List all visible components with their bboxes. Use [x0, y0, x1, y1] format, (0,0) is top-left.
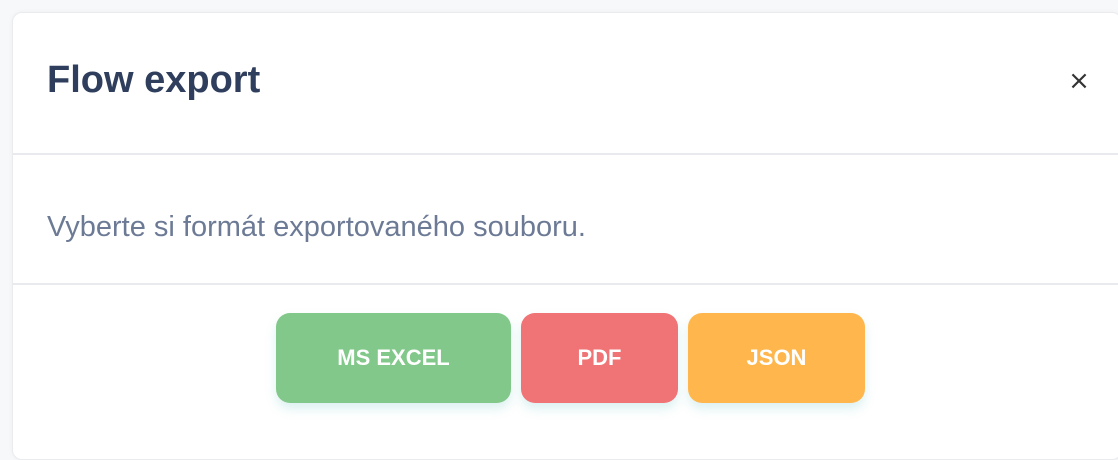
modal-title: Flow export: [47, 59, 261, 101]
export-excel-button[interactable]: MS EXCEL: [276, 313, 511, 403]
export-button-group: MS EXCEL PDF JSON: [276, 313, 865, 403]
modal-body-text: Vyberte si formát exportovaného souboru.: [47, 211, 586, 243]
modal-body: Vyberte si formát exportovaného souboru.: [13, 155, 1118, 285]
close-button[interactable]: ×: [1061, 65, 1097, 97]
export-modal: Flow export × Vyberte si formát exportov…: [12, 12, 1118, 460]
export-json-button[interactable]: JSON: [688, 313, 865, 403]
modal-header: Flow export ×: [13, 13, 1118, 155]
export-pdf-button[interactable]: PDF: [521, 313, 678, 403]
modal-footer: MS EXCEL PDF JSON: [13, 285, 1118, 459]
